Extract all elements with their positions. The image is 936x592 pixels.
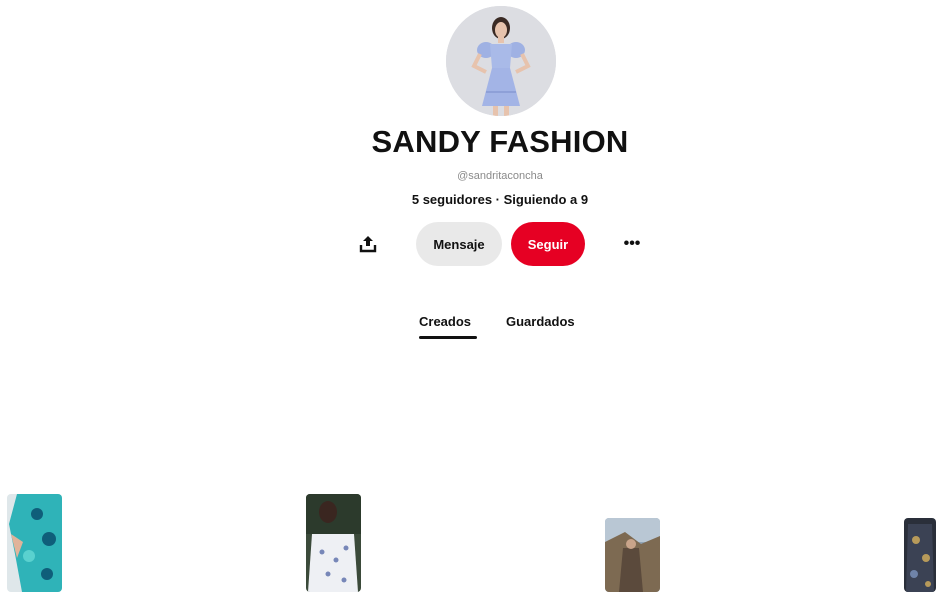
avatar-photo-icon	[446, 6, 556, 116]
tab-saved[interactable]: Guardados	[506, 314, 575, 329]
pin-image-white-shirt-icon	[306, 494, 361, 592]
tab-created[interactable]: Creados	[419, 314, 471, 329]
pin-image-dark-garment-icon	[904, 518, 936, 592]
active-tab-indicator	[419, 336, 477, 339]
share-icon[interactable]	[356, 232, 380, 256]
pin-card[interactable]	[306, 494, 361, 592]
pin-card[interactable]	[605, 518, 660, 592]
pin-image-teal-shirt-icon	[7, 494, 62, 592]
pin-card[interactable]	[7, 494, 62, 592]
message-button[interactable]: Mensaje	[416, 222, 502, 266]
upload-icon	[359, 236, 377, 253]
pin-card[interactable]	[904, 518, 936, 592]
profile-handle: @sandritaconcha	[457, 170, 543, 182]
follow-button[interactable]: Seguir	[511, 222, 585, 266]
profile-avatar[interactable]	[446, 6, 556, 116]
profile-stats[interactable]: 5 seguidores · Siguiendo a 9	[0, 192, 936, 207]
profile-name: SANDY FASHION	[371, 124, 629, 159]
pin-image-outdoor-icon	[605, 518, 660, 592]
more-options-icon[interactable]: •••	[620, 232, 644, 256]
